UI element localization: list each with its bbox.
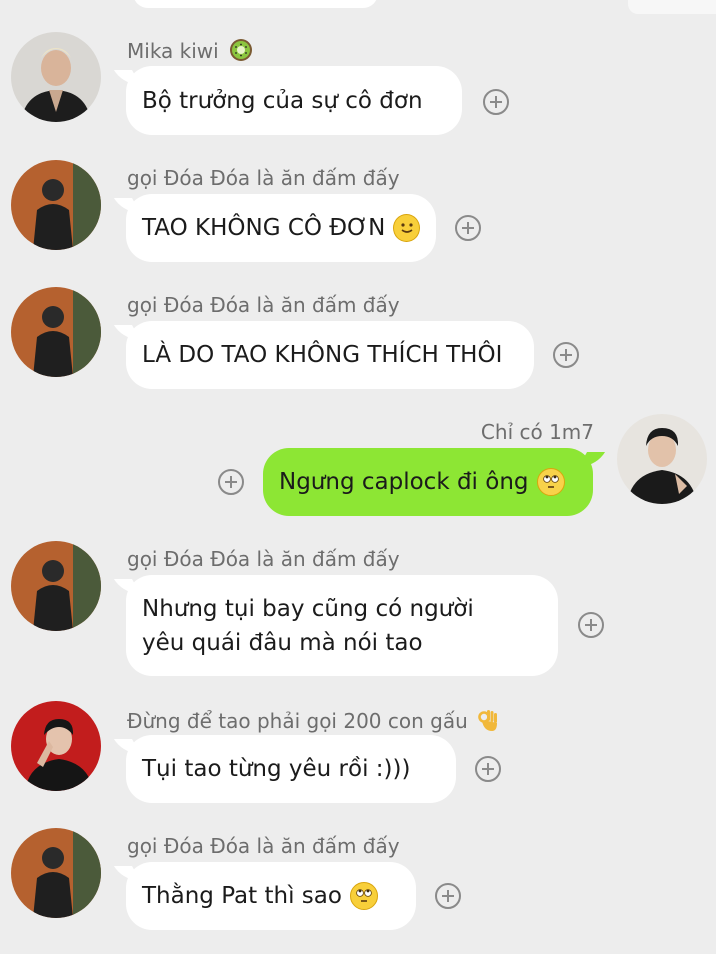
- slightly-smiling-face-icon: [393, 214, 420, 242]
- message-bubble[interactable]: TAO KHÔNG CÔ ĐƠN: [126, 194, 436, 262]
- avatar[interactable]: [11, 541, 101, 631]
- message-text-line: Nhưng tụi bay cũng có người: [142, 595, 474, 622]
- message-text-line: yêu quái đâu mà nói tao: [142, 629, 423, 656]
- message-bubble[interactable]: Bộ trưởng của sự cô đơn: [126, 66, 462, 135]
- sender-name: Mika kiwi: [127, 38, 253, 67]
- message-bubble[interactable]: Thằng Pat thì sao: [126, 862, 416, 930]
- add-reaction-button[interactable]: [578, 612, 604, 638]
- message-bubble[interactable]: Nhưng tụi bay cũng có người yêu quái đâu…: [126, 575, 558, 676]
- add-reaction-button[interactable]: [455, 215, 481, 241]
- add-reaction-button[interactable]: [435, 883, 461, 909]
- message-text: Thằng Pat thì sao: [142, 883, 342, 909]
- sender-name: gọi Đóa Đóa là ăn đấm đấy: [127, 547, 400, 571]
- add-reaction-button[interactable]: [218, 469, 244, 495]
- sender-name: gọi Đóa Đóa là ăn đấm đấy: [127, 834, 400, 858]
- avatar[interactable]: [11, 160, 101, 250]
- message-text: TAO KHÔNG CÔ ĐƠN: [142, 215, 386, 241]
- avatar[interactable]: [11, 287, 101, 377]
- message-text: LÀ DO TAO KHÔNG THÍCH THÔI: [142, 342, 503, 368]
- message-text: Bộ trưởng của sự cô đơn: [142, 87, 423, 114]
- avatar[interactable]: [11, 828, 101, 918]
- avatar[interactable]: [11, 32, 101, 122]
- message-bubble[interactable]: Tụi tao từng yêu rồi :))): [126, 735, 456, 803]
- ok-hand-icon: [476, 707, 500, 738]
- sender-name: gọi Đóa Đóa là ăn đấm đấy: [127, 293, 400, 317]
- sender-name: Đừng để tao phải gọi 200 con gấu: [127, 707, 500, 738]
- eye-roll-face-icon: [349, 882, 378, 910]
- add-reaction-button[interactable]: [483, 89, 509, 115]
- message-text: Ngưng caplock đi ông: [279, 469, 529, 495]
- message-bubble[interactable]: Ngưng caplock đi ông: [263, 448, 593, 516]
- previous-message-bubble: [133, 0, 378, 8]
- message-text: Tụi tao từng yêu rồi :))): [142, 756, 411, 782]
- add-reaction-button[interactable]: [475, 756, 501, 782]
- add-reaction-button[interactable]: [553, 342, 579, 368]
- avatar[interactable]: [617, 414, 707, 504]
- sender-name: gọi Đóa Đóa là ăn đấm đấy: [127, 166, 400, 190]
- eye-roll-face-icon: [536, 468, 565, 496]
- kiwi-icon: [229, 38, 253, 67]
- previous-message-badge: [628, 0, 716, 14]
- avatar[interactable]: [11, 701, 101, 791]
- message-bubble[interactable]: LÀ DO TAO KHÔNG THÍCH THÔI: [126, 321, 534, 389]
- sender-name: Chỉ có 1m7: [480, 420, 594, 444]
